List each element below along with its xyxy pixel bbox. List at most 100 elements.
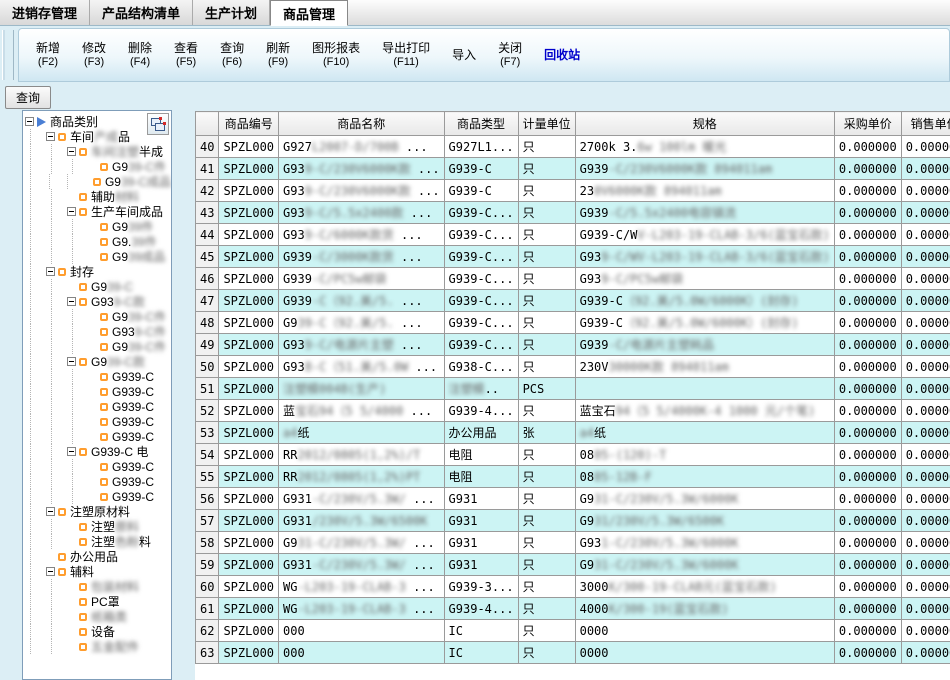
table-row[interactable]: 44SPZL000G939-C/6000K款货 ...G939-C...只G93…	[196, 224, 950, 246]
table-row[interactable]: 63SPZL000000IC只00000.0000000.000000	[196, 642, 950, 664]
expander-minus-icon[interactable]	[25, 117, 34, 126]
column-header[interactable]: 采购单价	[834, 112, 901, 136]
table-row[interactable]: 61SPZL000WG-L203-19-CLAB-3 ...G939-4...只…	[196, 598, 950, 620]
tree-node[interactable]: G939-C	[25, 399, 171, 414]
column-header[interactable]	[196, 112, 219, 136]
tree-node[interactable]: G939-C款	[25, 294, 171, 309]
table-row[interactable]: 50SPZL000G938-C（51.美/5.0W ...G938-C...只2…	[196, 356, 950, 378]
table-row[interactable]: 62SPZL000000IC只00000.0000000.000000	[196, 620, 950, 642]
table-row[interactable]: 46SPZL000G939-C/PC5w邮袋G939-C...只G939-C/P…	[196, 268, 950, 290]
tree-node[interactable]: G939件	[25, 219, 171, 234]
tree-node[interactable]: 注塑原材料	[25, 504, 171, 519]
expander-minus-icon[interactable]	[67, 147, 76, 156]
table-row[interactable]: 42SPZL000G939-C/230V6000K款 ...G939-C只230…	[196, 180, 950, 202]
tree-node[interactable]: G939-C	[25, 279, 171, 294]
tree-node[interactable]: G939-C件	[25, 339, 171, 354]
expander-minus-icon[interactable]	[46, 267, 55, 276]
tree-node[interactable]: 封存	[25, 264, 171, 279]
tree-node[interactable]: 包装材料	[25, 579, 171, 594]
toolbar-button[interactable]: 删除(F4)	[117, 38, 163, 72]
tree-node[interactable]: 辅助材料	[25, 189, 171, 204]
tree-node[interactable]: G939-C	[25, 459, 171, 474]
collapse-tree-icon[interactable]	[147, 113, 169, 135]
tree-node[interactable]: 生产车间成品	[25, 204, 171, 219]
table-row[interactable]: 49SPZL000G939-C/电源片主塑 ...G939-C...只G939-…	[196, 334, 950, 356]
expander-minus-icon[interactable]	[67, 207, 76, 216]
toolbar-button[interactable]: 修改(F3)	[71, 38, 117, 72]
tree-node[interactable]: G939-C	[25, 489, 171, 504]
table-row[interactable]: 59SPZL000G931-C/230V/5.3W/ ...G931只G931-…	[196, 554, 950, 576]
expander-minus-icon[interactable]	[67, 357, 76, 366]
tree-node[interactable]: 五金配件	[25, 639, 171, 654]
tree-node[interactable]: 注塑原料	[25, 519, 171, 534]
tree-node[interactable]: 车间注塑半成	[25, 144, 171, 159]
toolbar-button[interactable]: 导入	[441, 45, 487, 65]
tree-node[interactable]: 注塑色粉料	[25, 534, 171, 549]
tree-node[interactable]: G939-C	[25, 429, 171, 444]
tree-node[interactable]: G939-C	[25, 384, 171, 399]
table-row[interactable]: 57SPZL000G931/230V/5.3W/6500KG931只G931/2…	[196, 510, 950, 532]
table-row[interactable]: 56SPZL000G931-C/230V/5.3W/ ...G931只G931-…	[196, 488, 950, 510]
unit-cell: 只	[518, 290, 575, 312]
tab-3[interactable]: 生产计划	[193, 0, 270, 25]
column-header[interactable]: 商品名称	[279, 112, 445, 136]
tree-node[interactable]: 设备	[25, 624, 171, 639]
expander-minus-icon[interactable]	[46, 507, 55, 516]
tree-node[interactable]: G9.39件	[25, 234, 171, 249]
tree-node[interactable]: 辅料	[25, 564, 171, 579]
column-header[interactable]: 商品编号	[219, 112, 279, 136]
toolbar-button[interactable]: 查看(F5)	[163, 38, 209, 72]
tree-node-label: 包装材料	[91, 578, 139, 595]
tree-node[interactable]: 纸箱类	[25, 609, 171, 624]
expander-minus-icon[interactable]	[46, 132, 55, 141]
tree-node[interactable]: G939-C	[25, 474, 171, 489]
product-type-cell: G931	[444, 510, 518, 532]
spec-cell: G939-C/5.5x2400电容镇流	[575, 202, 834, 224]
tab-4[interactable]: 商品管理	[270, 0, 348, 26]
table-row[interactable]: 48SPZL000G939-C（92.美/5. ...G939-C...只G93…	[196, 312, 950, 334]
table-row[interactable]: 41SPZL000G939-C/230V6000K款 ...G939-C只G93…	[196, 158, 950, 180]
tree-node[interactable]: G939-C成品	[25, 174, 171, 189]
expander-minus-icon[interactable]	[67, 297, 76, 306]
tree-node[interactable]: PC罩	[25, 594, 171, 609]
toolbar-button[interactable]: 导出打印(F11)	[371, 38, 441, 72]
query-button[interactable]: 查询	[5, 86, 51, 109]
tree-node[interactable]: G939-C件	[25, 159, 171, 174]
toolbar-button[interactable]: 刷新(F9)	[255, 38, 301, 72]
table-row[interactable]: 54SPZL000RR2012/0805(1,2%)/T电阻只0805-(120…	[196, 444, 950, 466]
column-header[interactable]: 商品类型	[444, 112, 518, 136]
table-row[interactable]: 51SPZL000注塑模004B(生产)注塑模..PCS0.0000000.00…	[196, 378, 950, 400]
column-header[interactable]: 计量单位	[518, 112, 575, 136]
column-header[interactable]: 规格	[575, 112, 834, 136]
tree-node[interactable]: G939-C款	[25, 354, 171, 369]
tab-1[interactable]: 进销存管理	[0, 0, 90, 25]
purchase-price-cell: 0.000000	[834, 246, 901, 268]
toolbar-button[interactable]: 回收站	[533, 45, 591, 65]
table-row[interactable]: 47SPZL000G939-C（92.美/5. ...G939-C...只G93…	[196, 290, 950, 312]
toolbar-grip-handle[interactable]	[2, 30, 14, 80]
redacted-text: 39-C款	[107, 355, 145, 369]
table-row[interactable]: 58SPZL000G931-C/230V/5.3W/ ...G931只G931-…	[196, 532, 950, 554]
toolbar-button[interactable]: 图形报表(F10)	[301, 38, 371, 72]
toolbar-button[interactable]: 查询(F6)	[209, 38, 255, 72]
table-row[interactable]: 52SPZL000蓝宝石94（5 5/4000 ...G939-4...只蓝宝石…	[196, 400, 950, 422]
tree-node[interactable]: G939成品	[25, 249, 171, 264]
table-row[interactable]: 53SPZL000a4纸办公用品张a4纸0.0000000.000000	[196, 422, 950, 444]
tree-node[interactable]: 办公用品	[25, 549, 171, 564]
tree-node[interactable]: G939-C 电	[25, 444, 171, 459]
expander-minus-icon[interactable]	[67, 447, 76, 456]
table-row[interactable]: 55SPZL000RR2012/0805(1,2%)PT电阻只0805-12B-…	[196, 466, 950, 488]
column-header[interactable]: 销售单价	[901, 112, 950, 136]
table-row[interactable]: 40SPZL000G927L2007-D/700B ...G927L1...只2…	[196, 136, 950, 158]
toolbar-button[interactable]: 新增(F2)	[25, 38, 71, 72]
table-row[interactable]: 60SPZL000WG-L203-19-CLAB-3 ...G939-3...只…	[196, 576, 950, 598]
table-row[interactable]: 43SPZL000G939-C/5.5x2400款 ...G939-C...只G…	[196, 202, 950, 224]
toolbar-button[interactable]: 关闭(F7)	[487, 38, 533, 72]
tree-node[interactable]: G939-C件	[25, 309, 171, 324]
tab-2[interactable]: 产品结构清单	[90, 0, 193, 25]
tree-node[interactable]: G939-C	[25, 369, 171, 384]
tree-node[interactable]: G939-C件	[25, 324, 171, 339]
expander-minus-icon[interactable]	[46, 567, 55, 576]
tree-node[interactable]: G939-C	[25, 414, 171, 429]
table-row[interactable]: 45SPZL000G939-C/3000K款货 ...G939-C...只G93…	[196, 246, 950, 268]
